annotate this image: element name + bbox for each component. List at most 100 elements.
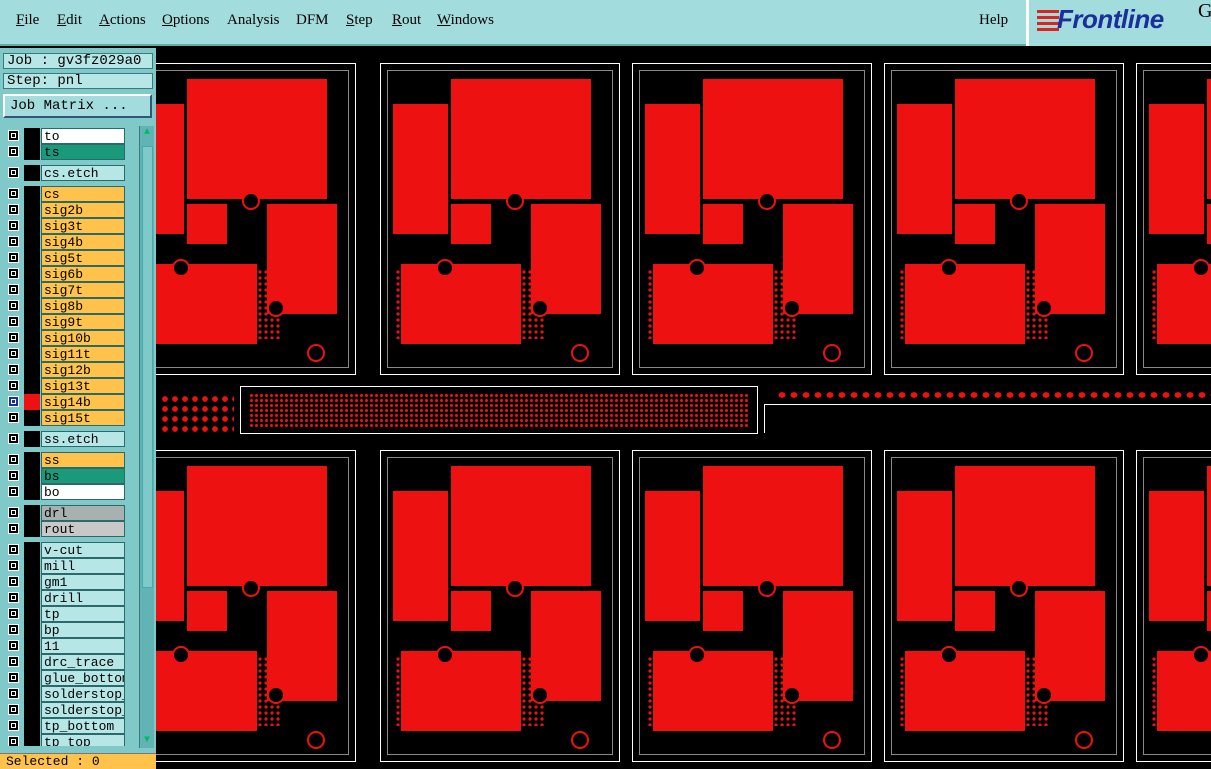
- layer-row-bo[interactable]: bo: [5, 484, 125, 500]
- menu-step[interactable]: Step: [346, 12, 373, 29]
- menu-options[interactable]: Options: [162, 12, 210, 29]
- layer-name[interactable]: mill: [41, 558, 125, 574]
- layer-row-drc-trace[interactable]: drc_trace: [5, 654, 125, 670]
- layer-checkbox[interactable]: [8, 470, 19, 481]
- layer-row-sig5t[interactable]: sig5t: [5, 250, 125, 266]
- job-matrix-button[interactable]: Job Matrix ...: [3, 94, 152, 118]
- layer-checkbox[interactable]: [8, 220, 19, 231]
- layer-checkbox[interactable]: [8, 592, 19, 603]
- layer-name[interactable]: solderstop_t: [41, 702, 125, 718]
- layer-row-sig14b[interactable]: sig14b: [5, 394, 125, 410]
- layer-name[interactable]: cs: [41, 186, 125, 202]
- layer-checkbox[interactable]: [8, 672, 19, 683]
- layer-name[interactable]: tp_bottom: [41, 718, 125, 734]
- layer-name[interactable]: sig13t: [41, 378, 125, 394]
- layer-checkbox[interactable]: [8, 656, 19, 667]
- layer-checkbox[interactable]: [8, 576, 19, 587]
- layer-row-sig2b[interactable]: sig2b: [5, 202, 125, 218]
- layer-checkbox[interactable]: [8, 167, 19, 178]
- menu-windows[interactable]: Windows: [437, 12, 494, 29]
- layer-name[interactable]: drill: [41, 590, 125, 606]
- layer-row-sig9t[interactable]: sig9t: [5, 314, 125, 330]
- menu-help[interactable]: Help: [979, 12, 1008, 29]
- layer-row-cs-etch[interactable]: cs.etch: [5, 165, 125, 181]
- layer-name[interactable]: sig9t: [41, 314, 125, 330]
- layer-checkbox[interactable]: [8, 486, 19, 497]
- layer-row-ss-etch[interactable]: ss.etch: [5, 431, 125, 447]
- layer-checkbox[interactable]: [8, 236, 19, 247]
- graphics-canvas[interactable]: [156, 48, 1211, 769]
- layer-name[interactable]: tp_top: [41, 734, 125, 746]
- layer-checkbox[interactable]: [8, 252, 19, 263]
- layer-checkbox[interactable]: [8, 560, 19, 571]
- scroll-down-icon[interactable]: ▼: [141, 735, 153, 747]
- layer-row-ss[interactable]: ss: [5, 452, 125, 468]
- layer-name[interactable]: sig8b: [41, 298, 125, 314]
- layer-row-sig3t[interactable]: sig3t: [5, 218, 125, 234]
- layer-name[interactable]: gm1: [41, 574, 125, 590]
- layer-row-sig15t[interactable]: sig15t: [5, 410, 125, 426]
- layer-checkbox[interactable]: [8, 412, 19, 423]
- layer-checkbox[interactable]: [8, 396, 19, 407]
- layer-checkbox[interactable]: [8, 332, 19, 343]
- layer-row-tp-bottom[interactable]: tp_bottom: [5, 718, 125, 734]
- layer-row-ts[interactable]: ts: [5, 144, 125, 160]
- layer-row-solderstop-b[interactable]: solderstop_b: [5, 686, 125, 702]
- layer-row-sig4b[interactable]: sig4b: [5, 234, 125, 250]
- layer-row-sig8b[interactable]: sig8b: [5, 298, 125, 314]
- layer-name[interactable]: sig15t: [41, 410, 125, 426]
- layer-checkbox[interactable]: [8, 736, 19, 746]
- layer-name[interactable]: rout: [41, 521, 125, 537]
- layer-checkbox[interactable]: [8, 704, 19, 715]
- layer-name[interactable]: bo: [41, 484, 125, 500]
- layer-checkbox[interactable]: [8, 364, 19, 375]
- layer-name[interactable]: sig10b: [41, 330, 125, 346]
- layer-list-scrollbar[interactable]: ▲ ▼: [139, 126, 154, 748]
- layer-checkbox[interactable]: [8, 523, 19, 534]
- layer-name[interactable]: v-cut: [41, 542, 125, 558]
- menu-file[interactable]: File: [16, 12, 39, 29]
- layer-row-sig12b[interactable]: sig12b: [5, 362, 125, 378]
- layer-name[interactable]: drc_trace: [41, 654, 125, 670]
- layer-row-tp-top[interactable]: tp_top: [5, 734, 125, 746]
- layer-name[interactable]: sig4b: [41, 234, 125, 250]
- layer-row-mill[interactable]: mill: [5, 558, 125, 574]
- layer-name[interactable]: sig12b: [41, 362, 125, 378]
- layer-row-drl[interactable]: drl: [5, 505, 125, 521]
- layer-row-to[interactable]: to: [5, 128, 125, 144]
- layer-checkbox[interactable]: [8, 454, 19, 465]
- layer-row-sig7t[interactable]: sig7t: [5, 282, 125, 298]
- layer-name[interactable]: sig14b: [41, 394, 125, 410]
- layer-name[interactable]: tp: [41, 606, 125, 622]
- layer-row-rout[interactable]: rout: [5, 521, 125, 537]
- layer-checkbox[interactable]: [8, 316, 19, 327]
- layer-checkbox[interactable]: [8, 188, 19, 199]
- layer-name[interactable]: 11: [41, 638, 125, 654]
- layer-checkbox[interactable]: [8, 268, 19, 279]
- layer-name[interactable]: solderstop_b: [41, 686, 125, 702]
- layer-row-bs[interactable]: bs: [5, 468, 125, 484]
- layer-name[interactable]: ss.etch: [41, 431, 125, 447]
- layer-name[interactable]: sig6b: [41, 266, 125, 282]
- scroll-thumb[interactable]: [142, 146, 153, 588]
- layer-checkbox[interactable]: [8, 720, 19, 731]
- layer-name[interactable]: bp: [41, 622, 125, 638]
- layer-checkbox[interactable]: [8, 130, 19, 141]
- menu-rout[interactable]: Rout: [392, 12, 421, 29]
- layer-name[interactable]: cs.etch: [41, 165, 125, 181]
- layer-row-11[interactable]: 11: [5, 638, 125, 654]
- menu-edit[interactable]: Edit: [57, 12, 82, 29]
- layer-name[interactable]: bs: [41, 468, 125, 484]
- layer-name[interactable]: to: [41, 128, 125, 144]
- layer-row-gm1[interactable]: gm1: [5, 574, 125, 590]
- layer-row-cs[interactable]: cs: [5, 186, 125, 202]
- layer-name[interactable]: glue_bottom: [41, 670, 125, 686]
- layer-name[interactable]: sig2b: [41, 202, 125, 218]
- layer-row-sig6b[interactable]: sig6b: [5, 266, 125, 282]
- layer-checkbox[interactable]: [8, 284, 19, 295]
- layer-name[interactable]: sig11t: [41, 346, 125, 362]
- layer-checkbox[interactable]: [8, 204, 19, 215]
- layer-checkbox[interactable]: [8, 433, 19, 444]
- layer-name[interactable]: drl: [41, 505, 125, 521]
- layer-checkbox[interactable]: [8, 608, 19, 619]
